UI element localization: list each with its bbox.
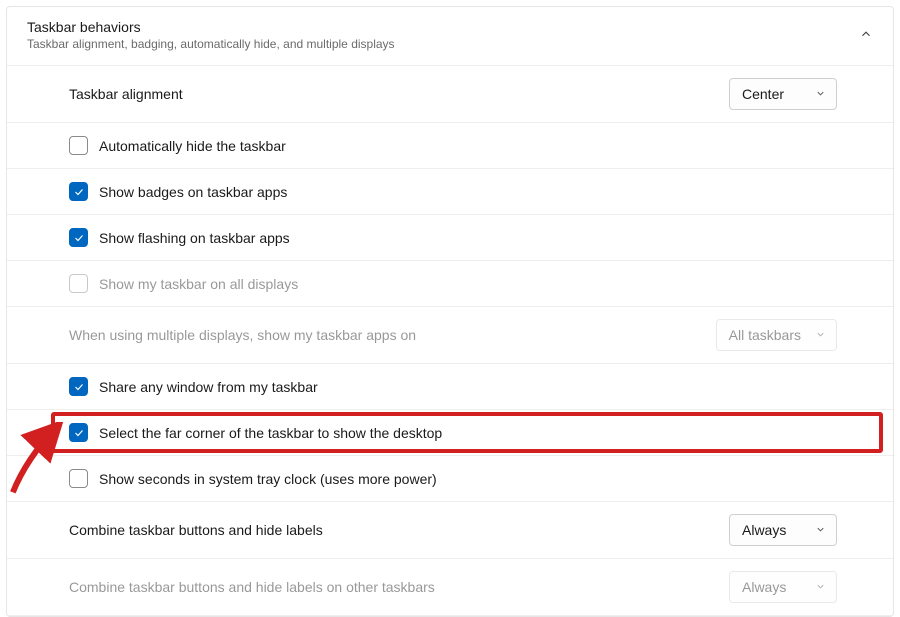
label-taskbar-alignment: Taskbar alignment xyxy=(69,86,183,102)
row-badges: Show badges on taskbar apps xyxy=(7,169,893,215)
row-combine-other: Combine taskbar buttons and hide labels … xyxy=(7,559,893,616)
label-combine-other: Combine taskbar buttons and hide labels … xyxy=(69,579,435,595)
section-header-text: Taskbar behaviors Taskbar alignment, bad… xyxy=(27,19,395,51)
select-value: Center xyxy=(742,86,784,102)
label-all-displays: Show my taskbar on all displays xyxy=(99,276,298,292)
select-taskbar-alignment[interactable]: Center xyxy=(729,78,837,110)
chevron-down-icon xyxy=(815,579,826,595)
row-taskbar-alignment: Taskbar alignment Center xyxy=(7,66,893,123)
row-share-window: Share any window from my taskbar xyxy=(7,364,893,410)
label-combine: Combine taskbar buttons and hide labels xyxy=(69,522,323,538)
row-seconds: Show seconds in system tray clock (uses … xyxy=(7,456,893,502)
chevron-down-icon xyxy=(815,522,826,538)
label-badges: Show badges on taskbar apps xyxy=(99,184,287,200)
row-flashing: Show flashing on taskbar apps xyxy=(7,215,893,261)
row-autohide: Automatically hide the taskbar xyxy=(7,123,893,169)
select-multi-where: All taskbars xyxy=(716,319,837,351)
checkbox-far-corner[interactable] xyxy=(69,423,88,442)
section-header[interactable]: Taskbar behaviors Taskbar alignment, bad… xyxy=(7,7,893,66)
checkbox-flashing[interactable] xyxy=(69,228,88,247)
section-subtitle: Taskbar alignment, badging, automaticall… xyxy=(27,37,395,51)
label-multi-where: When using multiple displays, show my ta… xyxy=(69,327,416,343)
select-value: All taskbars xyxy=(729,327,801,343)
taskbar-behaviors-panel: Taskbar behaviors Taskbar alignment, bad… xyxy=(6,6,894,617)
checkbox-autohide[interactable] xyxy=(69,136,88,155)
row-combine: Combine taskbar buttons and hide labels … xyxy=(7,502,893,559)
checkbox-badges[interactable] xyxy=(69,182,88,201)
row-multi-where: When using multiple displays, show my ta… xyxy=(7,307,893,364)
checkbox-seconds[interactable] xyxy=(69,469,88,488)
section-title: Taskbar behaviors xyxy=(27,19,395,35)
chevron-up-icon xyxy=(859,27,873,44)
label-flashing: Show flashing on taskbar apps xyxy=(99,230,290,246)
label-seconds: Show seconds in system tray clock (uses … xyxy=(99,471,437,487)
select-value: Always xyxy=(742,522,786,538)
chevron-down-icon xyxy=(815,327,826,343)
label-autohide: Automatically hide the taskbar xyxy=(99,138,286,154)
checkbox-share-window[interactable] xyxy=(69,377,88,396)
select-value: Always xyxy=(742,579,786,595)
row-all-displays: Show my taskbar on all displays xyxy=(7,261,893,307)
label-far-corner: Select the far corner of the taskbar to … xyxy=(99,425,442,441)
select-combine[interactable]: Always xyxy=(729,514,837,546)
chevron-down-icon xyxy=(815,86,826,102)
select-combine-other: Always xyxy=(729,571,837,603)
checkbox-all-displays xyxy=(69,274,88,293)
label-share-window: Share any window from my taskbar xyxy=(99,379,318,395)
row-far-corner: Select the far corner of the taskbar to … xyxy=(7,410,893,456)
